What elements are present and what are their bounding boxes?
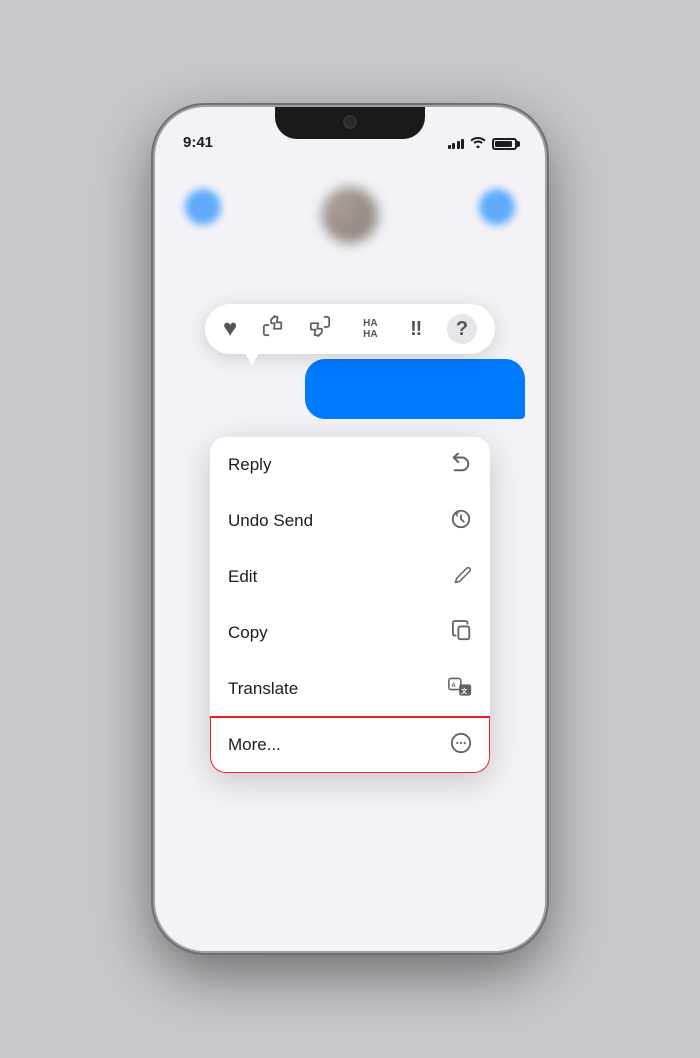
menu-item-translate[interactable]: Translate A 文 [210, 661, 490, 717]
menu-item-undo-send-label: Undo Send [228, 511, 313, 531]
svg-text:A: A [451, 683, 456, 689]
more-icon [450, 732, 472, 759]
translate-icon: A 文 [448, 676, 472, 703]
signal-bar-3 [457, 141, 460, 149]
reaction-like[interactable] [262, 315, 284, 343]
signal-bar-1 [448, 145, 451, 149]
menu-item-more-label: More... [228, 735, 281, 755]
phone-frame: 9:41 [155, 107, 545, 951]
battery-icon [492, 138, 517, 150]
menu-item-copy[interactable]: Copy [210, 605, 490, 661]
menu-item-undo-send[interactable]: Undo Send [210, 493, 490, 549]
reaction-question[interactable]: ? [447, 314, 477, 344]
bg-avatar [322, 187, 378, 243]
undo-send-icon [450, 508, 472, 535]
battery-fill [495, 141, 512, 147]
reaction-bar: ♥ HAHA ‼ ? [205, 304, 495, 354]
signal-bar-4 [461, 139, 464, 149]
menu-item-edit-label: Edit [228, 567, 257, 587]
svg-text:文: 文 [460, 687, 468, 695]
menu-item-more[interactable]: More... [210, 717, 490, 773]
reaction-emphasize[interactable]: ‼ [410, 318, 422, 341]
status-time: 9:41 [183, 134, 213, 151]
context-menu: Reply Undo Send [210, 437, 490, 773]
bg-circle-right [479, 189, 515, 225]
menu-item-translate-label: Translate [228, 679, 298, 699]
reply-icon [450, 453, 472, 478]
menu-item-reply[interactable]: Reply [210, 437, 490, 493]
reaction-haha[interactable]: HAHA [355, 318, 385, 340]
signal-icon [448, 139, 465, 149]
menu-item-edit[interactable]: Edit [210, 549, 490, 605]
bg-circle-left [185, 189, 221, 225]
wifi-icon [470, 136, 486, 151]
status-icons [448, 136, 518, 151]
edit-icon [454, 566, 472, 589]
reaction-heart[interactable]: ♥ [223, 315, 237, 343]
copy-icon [452, 620, 472, 647]
screen-content: ♥ HAHA ‼ ? [155, 159, 545, 951]
camera [343, 115, 357, 129]
menu-item-copy-label: Copy [228, 623, 268, 643]
message-bubble [305, 359, 525, 419]
notch [275, 107, 425, 139]
signal-bar-2 [452, 143, 455, 149]
reaction-dislike[interactable] [309, 315, 331, 343]
menu-item-reply-label: Reply [228, 455, 271, 475]
